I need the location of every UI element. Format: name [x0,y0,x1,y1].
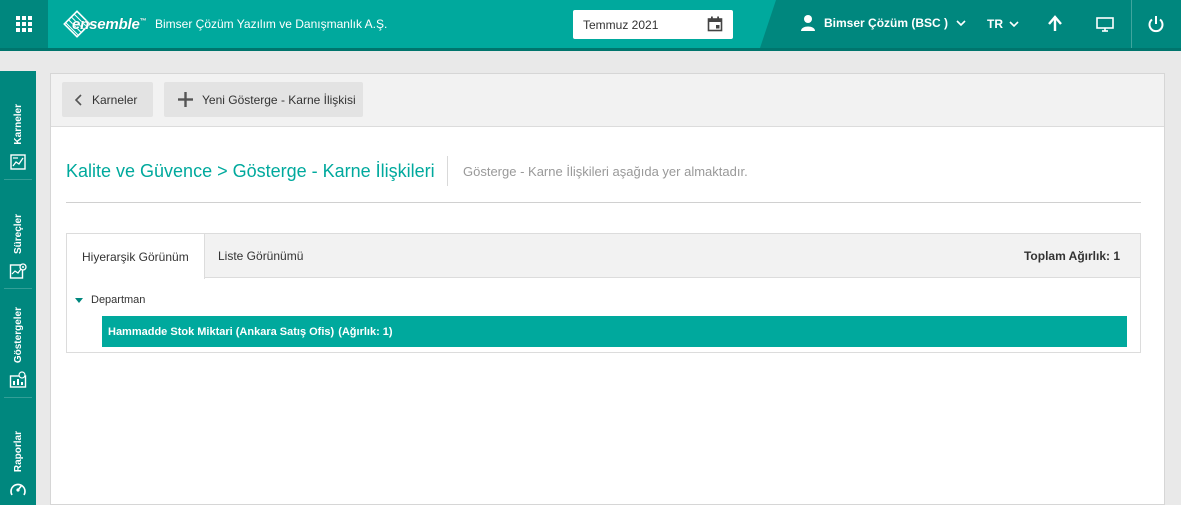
tree-leaf-indicator[interactable]: Hammadde Stok Miktari (Ankara Satış Ofis… [102,316,1127,347]
rail-item-label: Göstergeler [12,306,24,363]
total-weight: Toplam Ağırlık: 1 [1023,249,1120,263]
page-description: Gösterge - Karne İlişkileri aşağıda yer … [463,164,748,179]
action-toolbar: Karneler Yeni Gösterge - Karne İlişkisi [51,74,1164,127]
new-indicator-scorecard-relation-button[interactable]: Yeni Gösterge - Karne İlişkisi [164,82,363,117]
left-nav-rail: Karneler Süreçler Göstergeler Raporlar [0,71,36,505]
back-button-label: Karneler [92,92,138,107]
ensemble-logo[interactable]: ensemble™ [62,9,147,39]
period-date-picker[interactable]: Temmuz 2021 [573,10,733,39]
header-divider [66,202,1141,203]
arrow-up-icon[interactable] [1045,14,1065,34]
calendar-icon [707,16,723,32]
apps-grid-icon [16,16,32,32]
language-value: TR [987,17,1003,31]
report-icon [10,483,26,496]
tab-list-view[interactable]: Liste Görünümü [203,234,318,278]
main-panel: Karneler Yeni Gösterge - Karne İlişkisi … [50,73,1165,505]
company-name: Bimser Çözüm Yazılım ve Danışmanlık A.Ş. [155,17,388,31]
tree-node-label: Departman [91,294,146,306]
power-icon[interactable] [1146,14,1166,34]
plus-icon [178,92,193,107]
user-menu[interactable]: Bimser Çözüm (BSC ) [800,14,966,32]
indicator-icon [9,371,27,388]
user-name: Bimser Çözüm (BSC ) [824,16,949,30]
top-bar-shadow [0,48,1181,51]
chevron-left-icon [74,93,82,106]
monitor-icon[interactable] [1095,14,1115,34]
tab-label: Hiyerarşik Görünüm [82,249,189,264]
tree-leaf-weight: (Ağırlık: 1) [338,325,393,338]
page-title: Kalite ve Güvence > Gösterge - Karne İli… [66,161,435,181]
rail-item-gostergeler[interactable]: Göstergeler [0,289,36,396]
scorecard-icon [10,154,26,170]
chevron-down-icon [1009,20,1019,27]
tree-node-departman[interactable]: Departman [75,294,145,306]
caret-down-icon [75,297,83,303]
toolbar-divider [1131,0,1132,48]
logo-text: ensemble™ [72,15,147,33]
rail-item-label: Karneler [12,104,24,145]
language-selector[interactable]: TR [987,17,1019,31]
title-divider [447,156,448,186]
tabs-header: Hiyerarşik Görünüm Liste Görünümü Toplam… [67,234,1140,279]
new-button-label: Yeni Gösterge - Karne İlişkisi [202,92,356,107]
rail-item-raporlar[interactable]: Raporlar [0,398,36,505]
tab-hierarchical-view[interactable]: Hiyerarşik Görünüm [67,234,205,279]
tree-leaf-label: Hammadde Stok Miktari (Ankara Satış Ofis… [108,325,335,338]
apps-menu-button[interactable] [0,0,48,48]
tab-label: Liste Görünümü [218,249,304,263]
view-tabs-panel: Hiyerarşik Görünüm Liste Görünümü Toplam… [66,233,1141,353]
rail-item-karneler[interactable]: Karneler [0,71,36,178]
back-to-karneler-button[interactable]: Karneler [62,82,153,117]
period-date-value: Temmuz 2021 [583,17,659,32]
process-icon [9,263,27,279]
rail-item-label: Süreçler [12,213,24,254]
user-icon [801,15,815,31]
rail-item-label: Raporlar [12,430,24,472]
chevron-down-icon [956,19,966,26]
rail-item-surecler[interactable]: Süreçler [0,180,36,287]
